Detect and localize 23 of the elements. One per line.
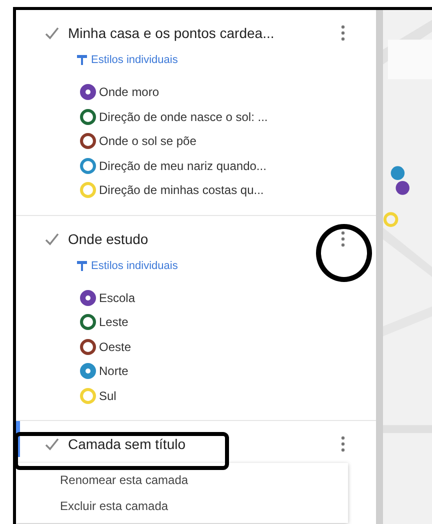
feature-label[interactable]: Direção de meu nariz quando... (99, 158, 266, 173)
menu-item[interactable]: Excluir esta camada (16, 493, 348, 519)
checkmark-icon[interactable] (44, 437, 60, 451)
more-options-icon[interactable] (340, 24, 346, 42)
feature-label[interactable]: Onde moro (99, 85, 160, 100)
feature-label[interactable]: Oeste (99, 340, 132, 354)
more-options-icon[interactable] (340, 230, 346, 248)
paint-roller-icon (76, 260, 88, 272)
paint-roller-icon (76, 54, 88, 66)
feature-label[interactable]: Sul (99, 388, 116, 403)
feature-label[interactable]: Escola (99, 290, 136, 305)
layer-title[interactable]: Camada sem título (68, 436, 340, 452)
checkmark-icon[interactable] (44, 232, 60, 246)
feature-label[interactable]: Direção de onde nasce o sol: ... (99, 110, 268, 124)
feature-label[interactable]: Direção de minhas costas qu... (99, 183, 264, 198)
menu-item[interactable]: Renomear esta camada (16, 467, 348, 493)
checkmark-icon[interactable] (44, 26, 60, 40)
layer-title[interactable]: Onde estudo (68, 230, 340, 246)
feature-label[interactable]: Norte (99, 364, 128, 378)
more-options-icon[interactable] (340, 435, 346, 453)
feature-label[interactable]: Leste (99, 315, 128, 330)
feature-label[interactable]: Onde o sol se põe (99, 134, 196, 148)
layer-title[interactable]: Minha casa e os pontos cardea... (68, 25, 340, 41)
